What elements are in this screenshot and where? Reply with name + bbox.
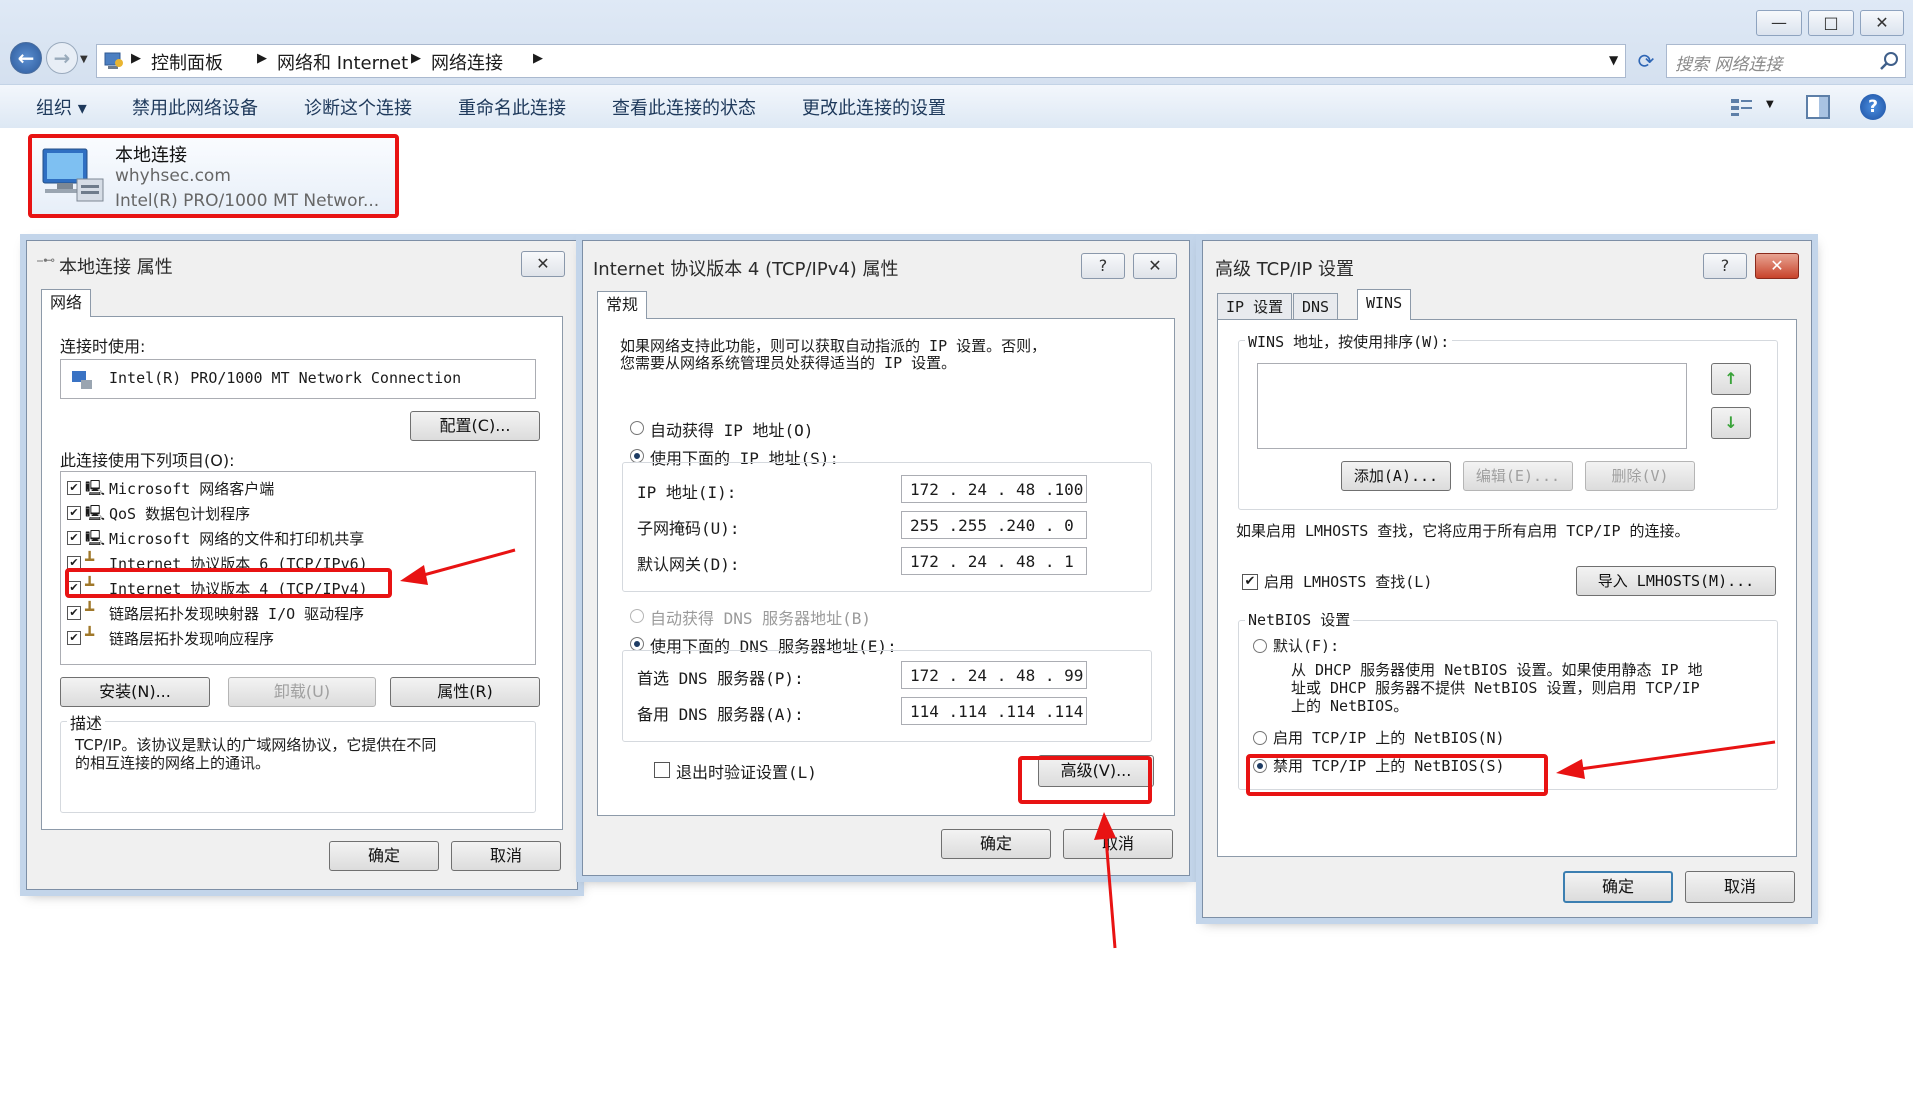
tab-label: 常规	[606, 295, 639, 314]
tab-label: WINS	[1366, 294, 1403, 312]
tab-wins[interactable]: WINS	[1357, 289, 1412, 320]
tab-general[interactable]: 常规	[597, 291, 648, 319]
tab-label: 网络	[50, 293, 83, 312]
arrow-to-advanced-icon	[1094, 812, 1117, 949]
annotation-arrows	[400, 548, 1776, 949]
tab-network[interactable]: 网络	[41, 289, 92, 317]
arrow-to-ipv4-icon	[400, 548, 516, 585]
arrow-to-netbios-icon	[1556, 740, 1776, 779]
